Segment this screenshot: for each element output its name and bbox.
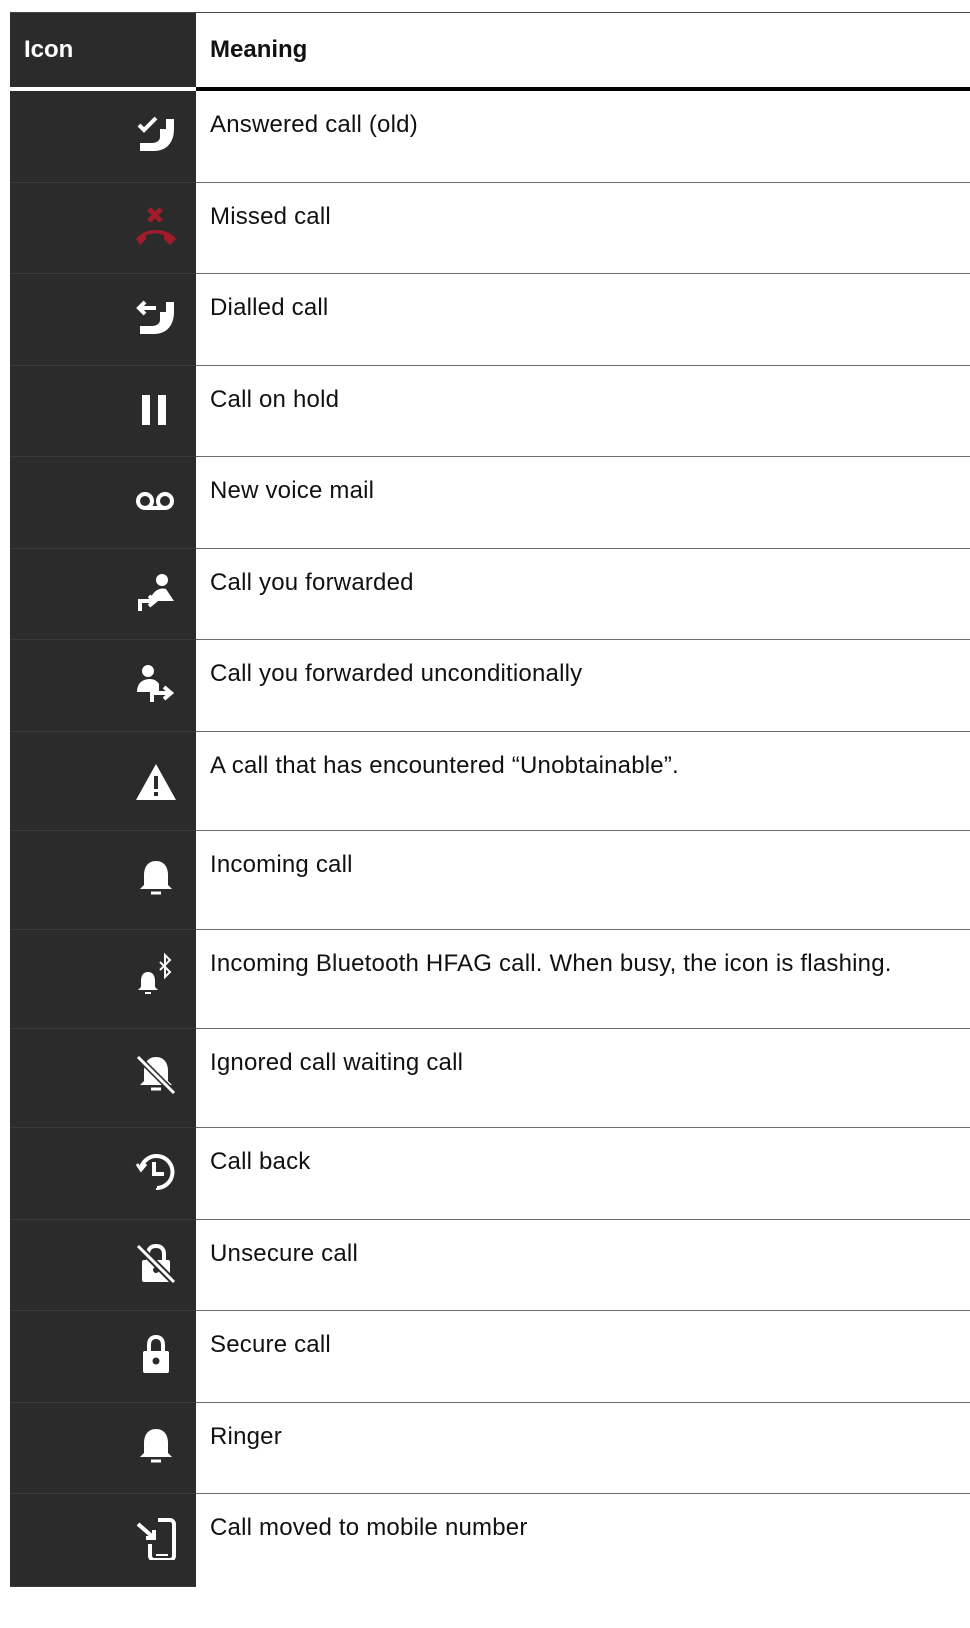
row-meaning: Incoming Bluetooth HFAG call. When busy,… [210,950,892,977]
row-meaning: Unsecure call [210,1240,358,1267]
row-meaning: Missed call [210,203,331,230]
bell-icon [140,1429,172,1463]
row-meaning: Call you forwarded [210,569,414,596]
unlocked-crossed-icon [135,1243,177,1285]
table-row: A call that has encountered “Unobtainabl… [10,732,970,831]
call-forwarded-icon [138,574,174,611]
table-row: Incoming Bluetooth HFAG call. When busy,… [10,930,970,1029]
row-meaning: Ignored call waiting call [210,1049,464,1076]
table-row: Call you forwarded unconditionally [10,640,970,732]
pause-icon [142,395,166,425]
row-meaning: New voice mail [210,477,375,504]
table-row: Call moved to mobile number [10,1494,970,1587]
lock-icon [143,1334,169,1373]
row-meaning: Call you forwarded unconditionally [210,660,583,687]
table-header: Icon Meaning [10,12,970,87]
header-meaning: Meaning [196,13,970,87]
icon-meaning-table: Icon Meaning Answered call (old) Missed … [10,12,970,1587]
answered-call-icon [137,116,174,151]
table-row: Ignored call waiting call [10,1029,970,1128]
bell-off-icon [135,1054,177,1096]
dialled-call-icon [136,300,174,334]
call-back-icon [135,1154,175,1191]
table-row: Call you forwarded [10,549,970,640]
bell-icon [140,861,172,895]
table-row: Answered call (old) [10,91,970,183]
moved-to-mobile-icon [136,1518,176,1560]
table-row: New voice mail [10,457,970,549]
row-meaning: Call on hold [210,386,340,413]
row-meaning: A call that has encountered “Unobtainabl… [210,752,679,779]
row-meaning: Ringer [210,1423,282,1450]
call-forwarded-unconditionally-icon [137,665,175,702]
warning-icon [136,764,176,800]
voicemail-icon [136,492,174,510]
table-row: Ringer [10,1403,970,1494]
row-meaning: Call moved to mobile number [210,1514,528,1541]
table-row: Call back [10,1128,970,1220]
missed-call-icon [136,207,176,245]
table-row: Call on hold [10,366,970,457]
table-row: Incoming call [10,831,970,930]
header-icon: Icon [10,13,196,87]
table-row: Missed call [10,183,970,274]
table-row: Secure call [10,1311,970,1403]
row-meaning: Answered call (old) [210,111,418,138]
row-meaning: Secure call [210,1331,331,1358]
row-meaning: Dialled call [210,294,329,321]
table-row: Dialled call [10,274,970,366]
row-meaning: Incoming call [210,851,353,878]
table-row: Unsecure call [10,1220,970,1311]
row-meaning: Call back [210,1148,311,1175]
bluetooth-bell-icon [138,952,172,994]
